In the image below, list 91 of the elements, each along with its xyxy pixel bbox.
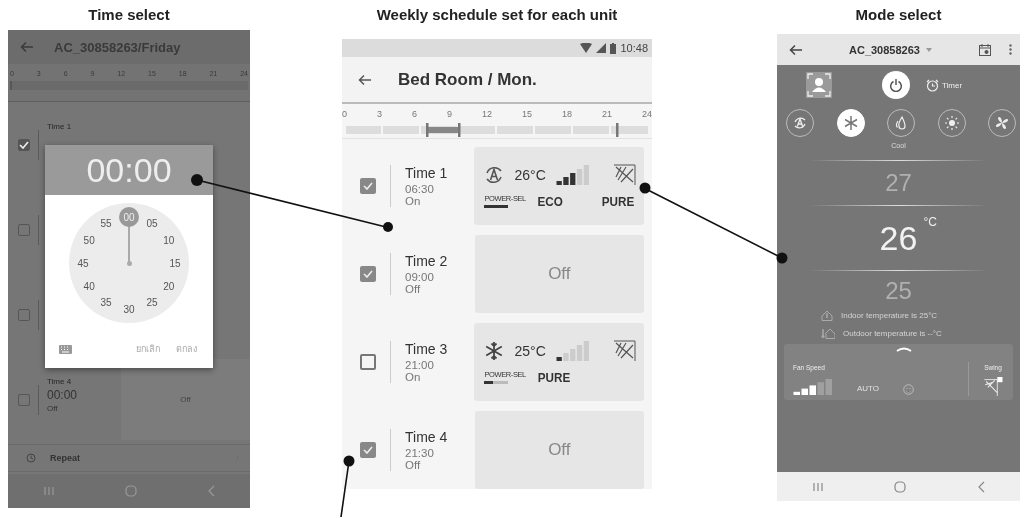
calendar-icon[interactable] xyxy=(979,43,991,56)
battery-icon xyxy=(610,42,617,54)
tick-label: 15 xyxy=(521,109,532,120)
back-icon[interactable] xyxy=(976,480,985,493)
mode-tag: PURE xyxy=(537,369,571,385)
unit-label: °C xyxy=(923,214,937,229)
tick-label: 12 xyxy=(481,109,492,120)
house-thermometer-icon xyxy=(821,310,833,321)
swing-icon xyxy=(612,339,636,362)
time-label: Time 1 xyxy=(405,165,449,181)
signal-icon xyxy=(596,43,607,53)
tick-label: 0 xyxy=(342,109,347,120)
checkbox[interactable] xyxy=(18,308,30,321)
face-icon[interactable] xyxy=(903,384,915,395)
timer-label[interactable]: Timer xyxy=(942,80,963,90)
power-button[interactable] xyxy=(882,71,910,99)
swing-icon xyxy=(612,163,636,186)
chevron-up-icon[interactable] xyxy=(896,347,912,352)
tick-label: 18 xyxy=(561,109,572,120)
mode-tag: PURE xyxy=(601,193,635,209)
checkbox[interactable] xyxy=(360,178,376,194)
clock-face[interactable]: 00 05 10 15 20 25 30 35 40 45 50 55 xyxy=(69,203,189,323)
time-value: 09:00 xyxy=(405,271,435,283)
snowflake-icon xyxy=(842,115,859,131)
tick-label: 3 xyxy=(377,109,382,120)
fan-icon xyxy=(994,115,1010,131)
recents-icon[interactable] xyxy=(812,481,825,492)
back-icon[interactable] xyxy=(207,485,215,497)
check-icon xyxy=(363,446,373,454)
time-label: Time 3 xyxy=(405,341,449,357)
time-value: 06:30 xyxy=(405,183,435,195)
alarm-clock-icon[interactable] xyxy=(926,78,939,92)
droplet-icon xyxy=(893,115,909,131)
tick-label: 6 xyxy=(411,109,417,120)
time-value: 21:00 xyxy=(405,359,435,371)
home-icon[interactable] xyxy=(125,485,137,497)
minute-label[interactable]: 45 xyxy=(73,253,93,273)
checkbox[interactable] xyxy=(18,393,30,406)
tick-label: 24 xyxy=(641,109,652,120)
history-icon xyxy=(26,453,36,463)
back-arrow-icon[interactable] xyxy=(789,43,803,56)
clock-time: 10:48 xyxy=(620,42,648,54)
device-title[interactable]: AC_30858263 xyxy=(849,43,920,56)
state-text: Off xyxy=(47,404,59,413)
time-label: Time 4 xyxy=(405,429,449,445)
check-icon xyxy=(19,140,29,149)
auto-mode-icon xyxy=(792,115,808,131)
time-value: 21:30 xyxy=(405,447,435,459)
caption: Weekly schedule set for each unit xyxy=(376,6,618,23)
info-text: Indoor temperature is 25°C xyxy=(841,311,938,320)
home-icon[interactable] xyxy=(894,480,907,493)
temperature-text: 25°C xyxy=(514,342,546,359)
state-text: Off xyxy=(405,459,422,471)
check-icon xyxy=(363,182,373,190)
tick-label: 21 xyxy=(601,109,612,120)
time-label: Time 4 xyxy=(47,377,73,386)
thermometer-house-icon xyxy=(821,328,835,339)
leader-line xyxy=(340,455,355,518)
checkbox[interactable] xyxy=(18,223,30,236)
snowflake-icon xyxy=(484,340,505,361)
caret-icon xyxy=(925,47,932,52)
state-text: On xyxy=(405,371,422,383)
checkbox[interactable] xyxy=(360,266,376,282)
caption: Time select xyxy=(88,6,170,23)
state-text: Off xyxy=(405,283,422,295)
keyboard-icon[interactable] xyxy=(59,344,72,354)
back-arrow-icon[interactable] xyxy=(358,73,372,86)
check-icon xyxy=(363,270,373,278)
person-icon[interactable] xyxy=(806,72,832,98)
wifi-icon xyxy=(580,43,593,53)
time-label: Time 1 xyxy=(47,122,73,131)
checkbox[interactable] xyxy=(360,354,376,370)
time-value: 00:00 xyxy=(47,388,79,402)
power-icon xyxy=(889,78,903,92)
caption: Mode select xyxy=(855,6,942,23)
time-label: Time 2 xyxy=(405,253,449,269)
more-icon[interactable] xyxy=(1009,44,1012,55)
state-text: On xyxy=(405,195,422,207)
minute-label[interactable]: 30 xyxy=(119,299,139,319)
temperature-text: 26°C xyxy=(514,166,546,183)
minute-label[interactable]: 15 xyxy=(165,253,185,273)
tick-label: 9 xyxy=(446,109,452,120)
sun-icon xyxy=(943,115,960,131)
screen-title: Bed Room / Mon. xyxy=(398,69,537,90)
swing-icon[interactable] xyxy=(981,377,1005,396)
time-display: 00:00 xyxy=(45,145,213,195)
checkbox[interactable] xyxy=(18,138,30,151)
auto-mode-icon xyxy=(484,164,505,185)
info-text: Outdoor temperature is --°C xyxy=(843,329,942,338)
mode-tag: ECO xyxy=(537,193,563,209)
checkbox[interactable] xyxy=(360,442,376,458)
